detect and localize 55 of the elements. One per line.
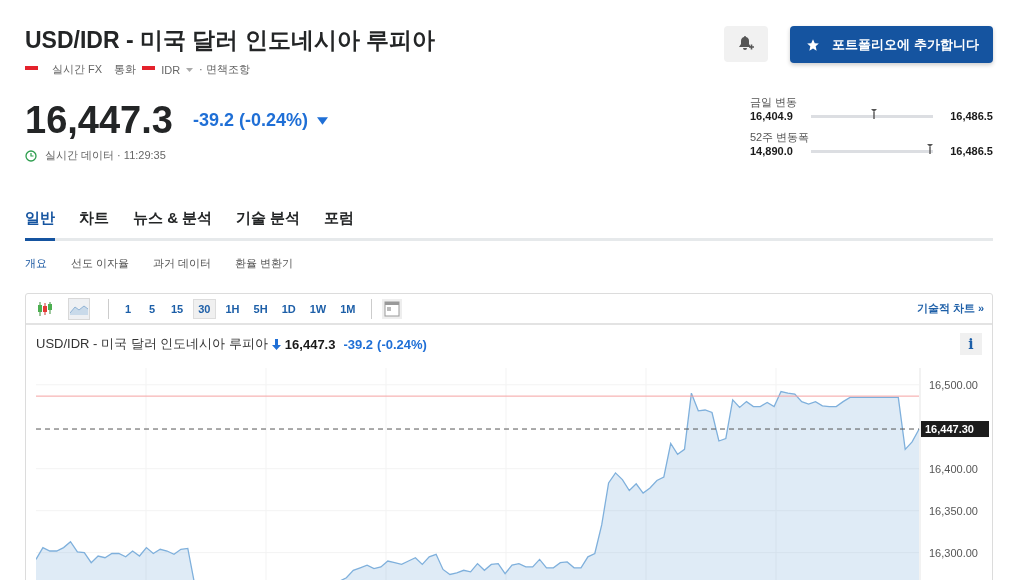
- alert-button[interactable]: [724, 26, 769, 62]
- interval-button[interactable]: 5: [143, 299, 161, 318]
- range-label: 52주 변동폭: [750, 130, 811, 145]
- candlestick-icon: [37, 301, 53, 316]
- caret-icon[interactable]: [186, 67, 194, 72]
- star-icon: [806, 37, 821, 52]
- range-high: 16,486.5: [950, 145, 993, 157]
- axis-label: 16,500.00: [929, 378, 978, 391]
- chart-type-button[interactable]: [68, 297, 90, 320]
- interval-button[interactable]: 1D: [277, 299, 300, 318]
- technical-chart-link[interactable]: 기술적 차트 »: [916, 301, 984, 316]
- chart-change-percent: (-0.24%): [377, 336, 427, 352]
- tab[interactable]: 차트: [79, 209, 109, 241]
- subtab[interactable]: 환율 변환기: [235, 256, 294, 271]
- down-triangle-icon: [317, 116, 328, 125]
- currency-label: IDR: [161, 63, 181, 76]
- subtab[interactable]: 과거 데이터: [153, 256, 212, 271]
- tab[interactable]: 포럼: [324, 209, 355, 241]
- chart-title: USD/IDR - 미국 달러 인도네시아 루피아: [36, 335, 268, 353]
- page-title: USD/IDR - 미국 달러 인도네시아 루피아: [25, 26, 436, 55]
- disclaimer-link[interactable]: · 면책조항: [199, 62, 250, 77]
- interval-button[interactable]: 1H: [221, 299, 244, 318]
- current-price-label: 16,447.30: [921, 421, 989, 437]
- bell-plus-icon: [738, 36, 755, 52]
- ref-line-label: 16,447.30: [925, 423, 974, 436]
- interval-button[interactable]: 1M: [336, 299, 360, 318]
- clock-icon: [25, 149, 37, 162]
- range-high: 16,486.5: [950, 110, 993, 122]
- interval-button[interactable]: 30: [193, 298, 216, 319]
- interval-button[interactable]: 1W: [305, 299, 331, 318]
- interval-button[interactable]: 1: [119, 299, 137, 318]
- tab[interactable]: 뉴스 & 분석: [133, 209, 213, 241]
- range-low: 14,890.0: [750, 145, 793, 157]
- axis-label: 16,400.00: [929, 462, 978, 475]
- interval-button[interactable]: 15: [167, 299, 188, 318]
- axis-label: 16,300.00: [929, 546, 978, 559]
- range-low: 16,404.9: [750, 110, 793, 122]
- chart-price: 16,447.3: [284, 336, 336, 352]
- price-change: -39.2 (-0.24%): [192, 110, 308, 131]
- down-arrow-icon: [271, 338, 281, 350]
- add-to-portfolio-button[interactable]: 포트폴리오에 추가합니다: [790, 26, 993, 63]
- range-label: 금일 변동: [750, 95, 799, 110]
- subtab[interactable]: 선도 이자율: [71, 256, 130, 271]
- subtab[interactable]: 개요: [25, 256, 47, 271]
- chart-change: -39.2: [343, 336, 374, 352]
- tab[interactable]: 기술 분석: [236, 209, 301, 241]
- tab[interactable]: 일반: [25, 209, 55, 241]
- axis-label: 16,350.00: [929, 504, 978, 517]
- info-button[interactable]: i: [960, 333, 982, 355]
- asset-type-label: 통화: [114, 62, 137, 77]
- layout-button[interactable]: [382, 298, 403, 319]
- market-label: 실시간 FX: [52, 62, 103, 77]
- interval-button[interactable]: 5H: [249, 299, 272, 318]
- realtime-label: 실시간 데이터 · 11:29:35: [45, 148, 166, 163]
- price: 16,447.3: [25, 99, 173, 142]
